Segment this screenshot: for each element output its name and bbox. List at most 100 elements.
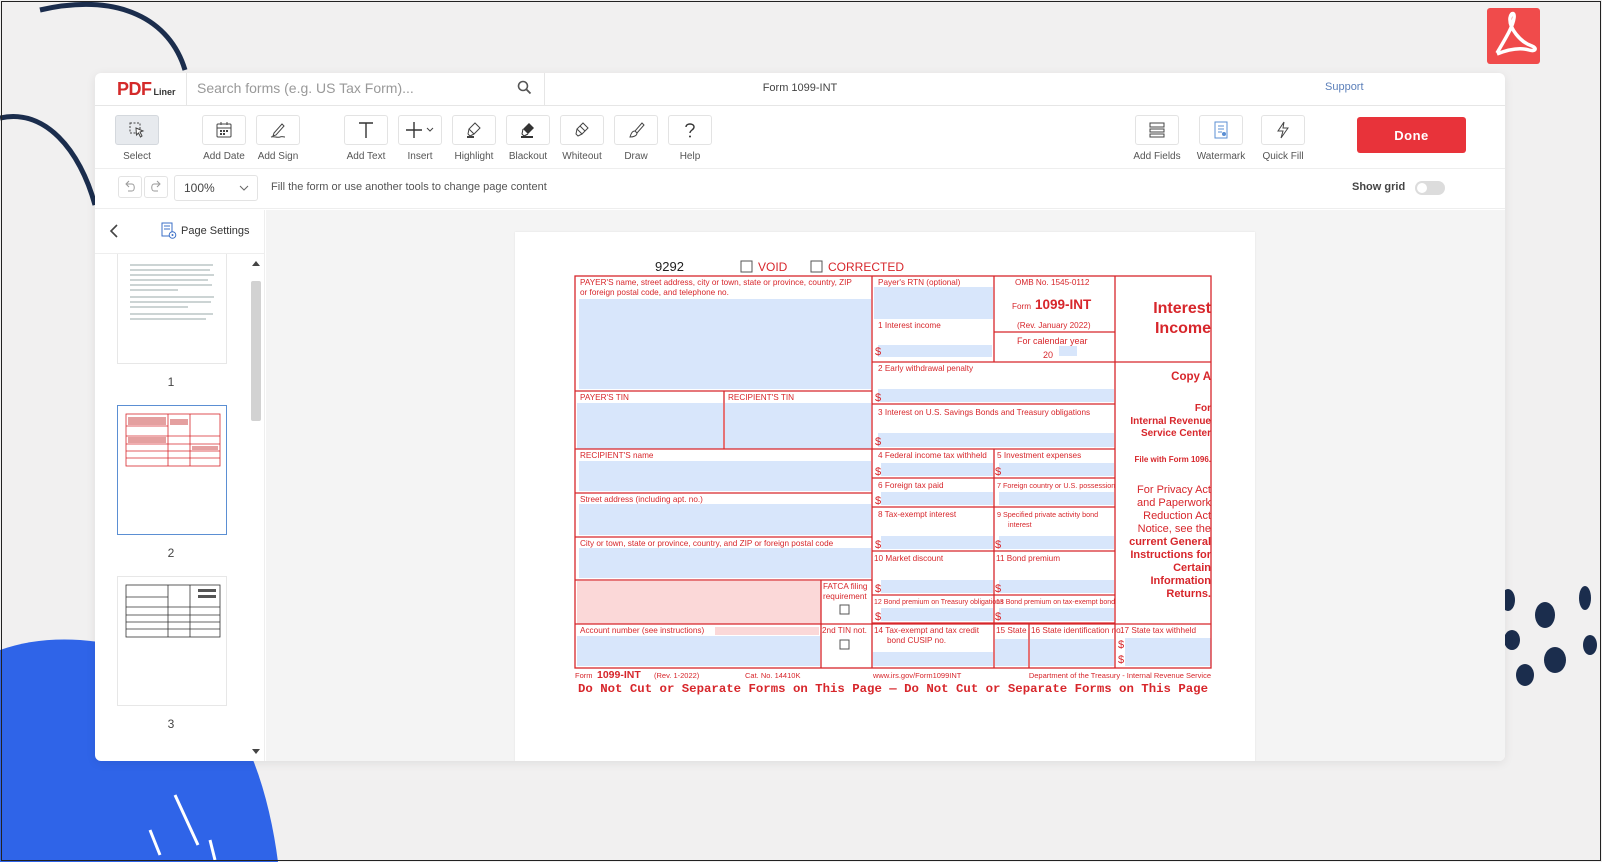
quick-fill-button[interactable]: Quick Fill [1255, 115, 1311, 162]
select-cursor-icon [129, 122, 145, 138]
notice-bold-2: Instructions for [1130, 549, 1211, 561]
box6-field[interactable] [881, 492, 993, 505]
corrected-checkbox[interactable] [810, 260, 823, 273]
highlight-tool-button[interactable]: Highlight [446, 115, 502, 162]
box1-dollar: $ [875, 346, 881, 358]
pdfliner-logo[interactable]: PDF Liner [117, 79, 176, 100]
box16-label: 16 State identification no. [1031, 626, 1123, 635]
highlighter-icon [467, 122, 481, 138]
fatca-area-field[interactable] [577, 581, 821, 624]
form-title-income: Income [1155, 320, 1211, 337]
box17-label: 17 State tax withheld [1120, 626, 1196, 635]
page-settings-button[interactable]: Page Settings [160, 222, 250, 240]
second-tin-checkbox[interactable] [839, 639, 850, 650]
account-number-hint-field[interactable] [715, 627, 819, 635]
support-link[interactable]: Support [1325, 81, 1364, 93]
acrobat-logo-icon [1487, 8, 1540, 64]
box7-label: 7 Foreign country or U.S. possession [997, 481, 1115, 490]
show-grid-toggle[interactable] [1415, 181, 1445, 195]
scroll-up-arrow-icon[interactable] [252, 260, 260, 266]
add-fields-button[interactable]: Add Fields [1129, 115, 1185, 162]
box3-label: 3 Interest on U.S. Savings Bonds and Tre… [878, 408, 1090, 417]
thumbnail-list: 1 2 3 [95, 254, 247, 761]
fatca-checkbox[interactable] [839, 604, 850, 615]
add-date-button[interactable]: Add Date [196, 115, 252, 162]
box8-field[interactable] [881, 536, 993, 549]
search-box [186, 73, 545, 105]
collapse-sidebar-chevron-icon[interactable] [109, 224, 119, 238]
box10-field[interactable] [881, 580, 993, 593]
box14-field[interactable] [873, 652, 993, 666]
city-field[interactable] [579, 548, 871, 578]
chevron-down-icon [239, 185, 249, 191]
watermark-button[interactable]: Watermark [1193, 115, 1249, 162]
redo-button[interactable] [144, 176, 168, 198]
page-thumbnail-2[interactable] [117, 405, 227, 535]
box15-label: 15 State [996, 626, 1027, 635]
recipient-tin-field[interactable] [725, 403, 871, 449]
recipient-name-field[interactable] [579, 461, 871, 491]
box11-label: 11 Bond premium [996, 554, 1060, 563]
do-not-cut-notice: Do Not Cut or Separate Forms on This Pag… [578, 682, 1208, 696]
street-address-field[interactable] [579, 504, 871, 535]
box12-dollar: $ [875, 611, 881, 623]
file-with-label: File with Form 1096. [1135, 455, 1211, 464]
page-thumbnail-3[interactable] [117, 576, 227, 706]
payer-tin-field[interactable] [577, 403, 723, 449]
calendar-year-field[interactable] [1059, 346, 1077, 356]
brush-icon [629, 122, 645, 138]
box11-dollar: $ [995, 583, 1001, 595]
done-button[interactable]: Done [1357, 117, 1466, 153]
payer-rtn-field[interactable] [874, 287, 993, 319]
second-tin-label: 2nd TIN not. [822, 626, 867, 635]
notice-line-2: and Paperwork [1137, 497, 1211, 509]
box7-field[interactable] [999, 492, 1114, 505]
secondary-toolbar: 100% Fill the form or use another tools … [95, 169, 1505, 209]
scrollbar-thumb[interactable] [251, 281, 261, 421]
search-input[interactable] [197, 73, 497, 103]
void-checkbox[interactable] [740, 260, 753, 273]
box4-field[interactable] [881, 463, 993, 476]
signature-pen-icon [270, 123, 286, 138]
decor-dots [1501, 586, 1597, 686]
box6-label: 6 Foreign tax paid [878, 481, 944, 490]
undo-button[interactable] [118, 176, 142, 198]
account-number-field[interactable] [577, 636, 820, 666]
text-t-icon [359, 122, 373, 138]
box15-field[interactable] [995, 639, 1028, 666]
add-sign-button[interactable]: Add Sign [250, 115, 306, 162]
search-icon[interactable] [517, 80, 532, 95]
page-thumbnail-1[interactable] [117, 254, 227, 364]
box11-field[interactable] [999, 580, 1114, 593]
box3-field[interactable] [878, 433, 1114, 447]
box17-field[interactable] [1125, 638, 1211, 666]
payer-tin-label: PAYER'S TIN [580, 393, 629, 402]
box5-field[interactable] [999, 463, 1114, 476]
notice-line-1: For Privacy Act [1137, 484, 1211, 496]
page-thumbnails-sidebar: Page Settings 1 2 3 [95, 210, 265, 761]
box12-field[interactable] [881, 608, 993, 621]
box5-label: 5 Investment expenses [997, 451, 1081, 460]
revision-label: (Rev. January 2022) [1017, 321, 1091, 330]
box13-field[interactable] [999, 608, 1114, 621]
whiteout-eraser-icon [575, 122, 589, 137]
scroll-down-arrow-icon[interactable] [252, 749, 260, 755]
box2-field[interactable] [878, 389, 1114, 402]
account-number-label: Account number (see instructions) [580, 626, 705, 635]
payer-name-field[interactable] [579, 299, 871, 389]
whiteout-tool-button[interactable]: Whiteout [554, 115, 610, 162]
thumbnail-scrollbar[interactable] [249, 254, 263, 761]
blackout-tool-button[interactable]: Blackout [500, 115, 556, 162]
draw-tool-button[interactable]: Draw [608, 115, 664, 162]
box3-dollar: $ [875, 436, 881, 448]
box9-label-2: interest [1008, 520, 1032, 529]
box14-label: 14 Tax-exempt and tax credit [874, 626, 980, 635]
insert-dropdown-button[interactable]: Insert [392, 115, 448, 162]
box16-field[interactable] [1030, 639, 1114, 666]
zoom-select[interactable]: 100% [174, 175, 258, 201]
box9-field[interactable] [999, 536, 1114, 549]
select-tool-button[interactable]: Select [109, 115, 165, 162]
add-text-button[interactable]: Add Text [338, 115, 394, 162]
box1-interest-income-field[interactable] [878, 345, 992, 357]
help-button[interactable]: Help [662, 115, 718, 162]
